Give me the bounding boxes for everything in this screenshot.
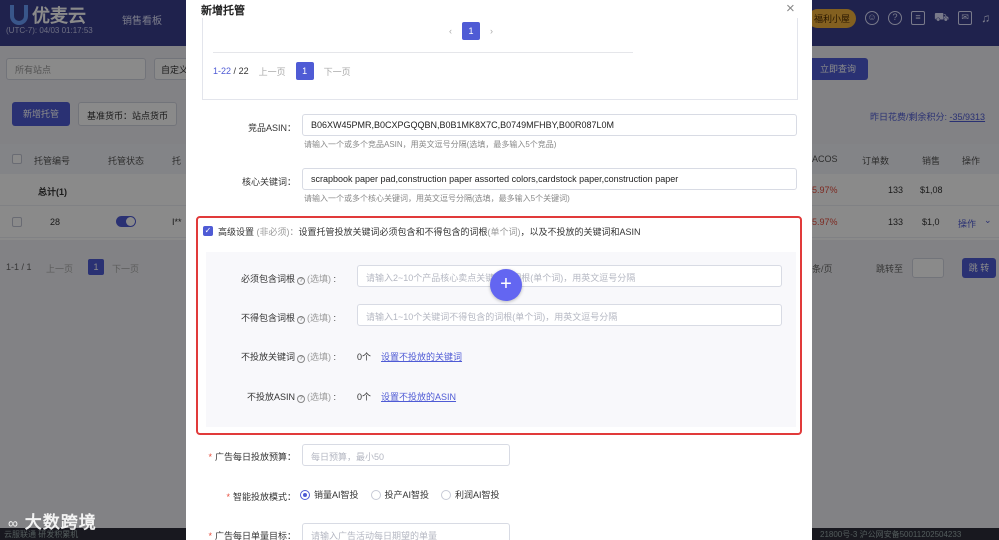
neg-keywords-text: 不投放关键词 bbox=[240, 352, 295, 362]
daily-budget-label: * 广告每日投放预算： bbox=[196, 450, 296, 463]
inner-pager-bottom: 1-22 / 22 上一页 1 下一页 bbox=[213, 62, 351, 80]
required-mark: * bbox=[226, 492, 230, 502]
divider bbox=[213, 52, 633, 53]
mode-option-roi[interactable]: 投产AI智投 bbox=[370, 488, 430, 501]
must-include-text: 必须包含词根 bbox=[240, 274, 295, 284]
range-total: 22 bbox=[238, 66, 249, 76]
inner-pager-prev[interactable]: 上一页 bbox=[259, 65, 286, 78]
must-exclude-label: 不得包含词根? (选填) : bbox=[240, 313, 336, 324]
core-keywords-hint: 请输入一个或多个核心关键词，用英文逗号分隔(选填，最多输入5个关键词) bbox=[304, 194, 570, 203]
close-icon[interactable]: × bbox=[786, 0, 795, 17]
watermark: ∞ 大数跨境 bbox=[8, 513, 97, 532]
inner-pager-page[interactable]: 1 bbox=[295, 62, 314, 80]
advanced-optional: (非必须)： bbox=[256, 227, 299, 237]
daily-orders-text: 广告每日单量目标： bbox=[214, 531, 296, 540]
neg-keywords-optional: (选填) bbox=[306, 352, 331, 362]
must-exclude-optional: (选填) bbox=[306, 313, 331, 323]
set-neg-asin-link[interactable]: 设置不投放的ASIN bbox=[381, 392, 456, 402]
modal-title: 新增托管 bbox=[201, 5, 245, 17]
help-icon[interactable]: ? bbox=[296, 355, 305, 363]
set-neg-keywords-link[interactable]: 设置不投放的关键词 bbox=[381, 352, 462, 362]
competitor-asin-hint: 请输入一个或多个竞品ASIN，用英文逗号分隔(选填，最多输入5个竞品) bbox=[304, 140, 557, 149]
mode-option-sales-label: 销量AI智投 bbox=[314, 490, 359, 500]
daily-budget-text: 广告每日投放预算： bbox=[214, 452, 296, 462]
help-icon[interactable]: ? bbox=[296, 277, 305, 285]
required-mark: * bbox=[208, 531, 212, 540]
help-icon[interactable]: ? bbox=[296, 395, 305, 403]
inner-pager-top: ‹ 1 › bbox=[449, 22, 493, 40]
mode-radio-group: 销量AI智投 投产AI智投 利润AI智投 bbox=[300, 488, 500, 501]
neg-asin-text: 不投放ASIN bbox=[246, 392, 295, 402]
mode-option-sales[interactable]: 销量AI智投 bbox=[300, 488, 359, 501]
range-start: 1-22 bbox=[213, 66, 232, 76]
competitor-asin-label: 竞品ASIN： bbox=[247, 123, 296, 133]
radio[interactable] bbox=[370, 490, 381, 500]
must-include-optional: (选填) bbox=[306, 274, 331, 284]
mode-option-profit[interactable]: 利润AI智投 bbox=[441, 488, 500, 501]
mode-text: 智能投放模式： bbox=[232, 492, 296, 502]
neg-keywords-count-value: 0个 bbox=[357, 352, 372, 362]
neg-asin-count: 0个 设置不投放的ASIN bbox=[357, 390, 456, 403]
must-include-label: 必须包含词根? (选填) : bbox=[240, 274, 336, 285]
daily-orders-input[interactable]: 请输入广告活动每日期望的单量 bbox=[302, 523, 510, 540]
must-exclude-text: 不得包含词根 bbox=[240, 313, 295, 323]
required-mark: * bbox=[208, 452, 212, 462]
mode-option-roi-label: 投产AI智投 bbox=[384, 490, 430, 500]
neg-keywords-label: 不投放关键词? (选填) : bbox=[240, 352, 336, 363]
add-icon[interactable]: + bbox=[490, 269, 522, 301]
advanced-title: 高级设置 bbox=[218, 227, 255, 237]
advanced-desc-note: (单个词) bbox=[487, 227, 521, 237]
competitor-asin-input[interactable]: B06XW45PMR,B0CXPGQQBN,B0B1MK8X7C,B0749MF… bbox=[302, 114, 797, 136]
watermark-text: 大数跨境 bbox=[24, 513, 97, 532]
advanced-settings-header: 高级设置 (非必须)：设置托管投放关键词必须包含和不得包含的词根(单个词)，以及… bbox=[218, 225, 641, 238]
inner-pager-next[interactable]: 下一页 bbox=[324, 65, 351, 78]
daily-budget-input[interactable]: 每日预算，最小50 bbox=[302, 444, 510, 466]
help-icon[interactable]: ? bbox=[296, 316, 305, 324]
core-keywords-label: 核心关键词： bbox=[241, 177, 296, 187]
advanced-desc: 设置托管投放关键词必须包含和不得包含的词根 bbox=[298, 227, 488, 237]
new-hosting-modal: 新增托管 × ‹ 1 › 1-22 / 22 上一页 1 下一页 竞品ASIN：… bbox=[186, 0, 812, 540]
neg-asin-optional: (选填) bbox=[306, 392, 331, 402]
chevron-left-icon[interactable]: ‹ bbox=[449, 26, 452, 36]
must-exclude-input[interactable]: 请输入1~10个关键词不得包含的词根(单个词)，用英文逗号分隔 bbox=[357, 304, 782, 326]
advanced-settings-checkbox[interactable]: ✓ bbox=[203, 226, 213, 236]
radio[interactable] bbox=[441, 490, 452, 500]
advanced-settings-panel: ✓ 高级设置 (非必须)：设置托管投放关键词必须包含和不得包含的词根(单个词)，… bbox=[196, 216, 802, 435]
mode-label: * 智能投放模式： bbox=[196, 490, 296, 503]
asin-list-panel: ‹ 1 › 1-22 / 22 上一页 1 下一页 bbox=[202, 18, 798, 100]
mode-option-profit-label: 利润AI智投 bbox=[455, 490, 500, 500]
must-include-input[interactable]: 请输入2~10个产品核心卖点关键词的词根(单个词)，用英文逗号分隔 bbox=[357, 265, 782, 287]
neg-asin-count-value: 0个 bbox=[357, 392, 372, 402]
chevron-right-icon[interactable]: › bbox=[490, 26, 493, 36]
inner-page-current[interactable]: 1 bbox=[462, 22, 480, 40]
neg-keywords-count: 0个 设置不投放的关键词 bbox=[357, 350, 462, 363]
core-keywords-input[interactable]: scrapbook paper pad,construction paper a… bbox=[302, 168, 797, 190]
daily-orders-label: * 广告每日单量目标： bbox=[196, 529, 296, 540]
neg-asin-label: 不投放ASIN? (选填) : bbox=[246, 392, 336, 403]
radio-selected[interactable] bbox=[300, 490, 310, 500]
advanced-desc-tail: ，以及不投放的关键词和ASIN bbox=[520, 227, 641, 237]
inner-pager-range: 1-22 / 22 bbox=[213, 66, 249, 76]
